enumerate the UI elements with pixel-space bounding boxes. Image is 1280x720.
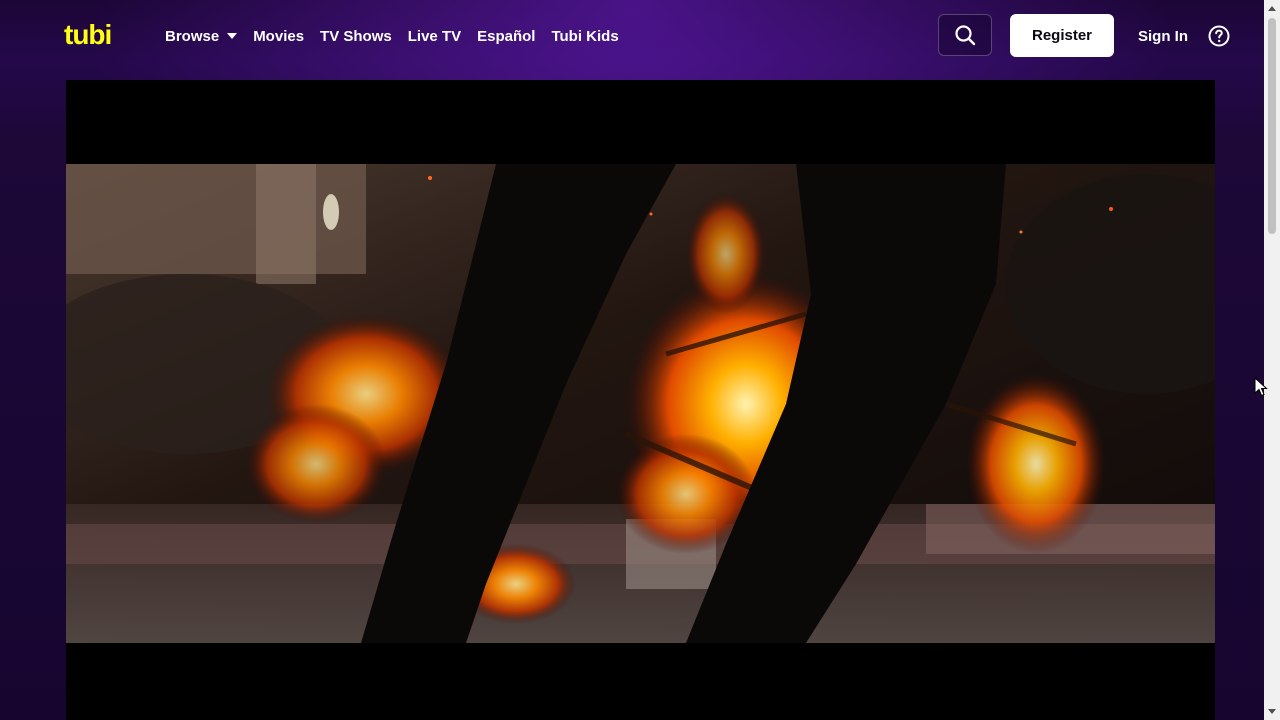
- nav-espanol[interactable]: Español: [477, 28, 535, 45]
- nav-browse[interactable]: Browse: [165, 27, 238, 45]
- scroll-up-arrow-icon[interactable]: [1264, 0, 1280, 16]
- scroll-down-arrow-icon[interactable]: [1264, 704, 1280, 720]
- help-button[interactable]: [1207, 24, 1231, 48]
- tubi-logo[interactable]: tubi: [64, 19, 134, 50]
- video-player[interactable]: [66, 80, 1215, 720]
- svg-text:tubi: tubi: [64, 22, 111, 50]
- sign-in-link[interactable]: Sign In: [1138, 0, 1188, 72]
- help-circle-icon: [1208, 25, 1230, 47]
- nav-browse-label: Browse: [165, 27, 220, 45]
- nav-movies[interactable]: Movies: [253, 28, 304, 45]
- nav-tv-shows[interactable]: TV Shows: [320, 28, 392, 45]
- video-frame[interactable]: [66, 164, 1215, 643]
- search-icon: [955, 25, 976, 46]
- page-scrollbar[interactable]: [1264, 0, 1280, 720]
- top-navigation-bar: tubi Browse Movies TV Shows Live TV Espa…: [0, 0, 1264, 72]
- main-nav: Browse Movies TV Shows Live TV Español T…: [165, 0, 635, 72]
- nav-live-tv[interactable]: Live TV: [408, 28, 461, 45]
- nav-tubi-kids[interactable]: Tubi Kids: [551, 28, 618, 45]
- scrollbar-thumb[interactable]: [1268, 18, 1276, 234]
- chevron-down-icon: [227, 33, 238, 39]
- register-button[interactable]: Register: [1010, 14, 1114, 57]
- search-button[interactable]: [938, 14, 992, 56]
